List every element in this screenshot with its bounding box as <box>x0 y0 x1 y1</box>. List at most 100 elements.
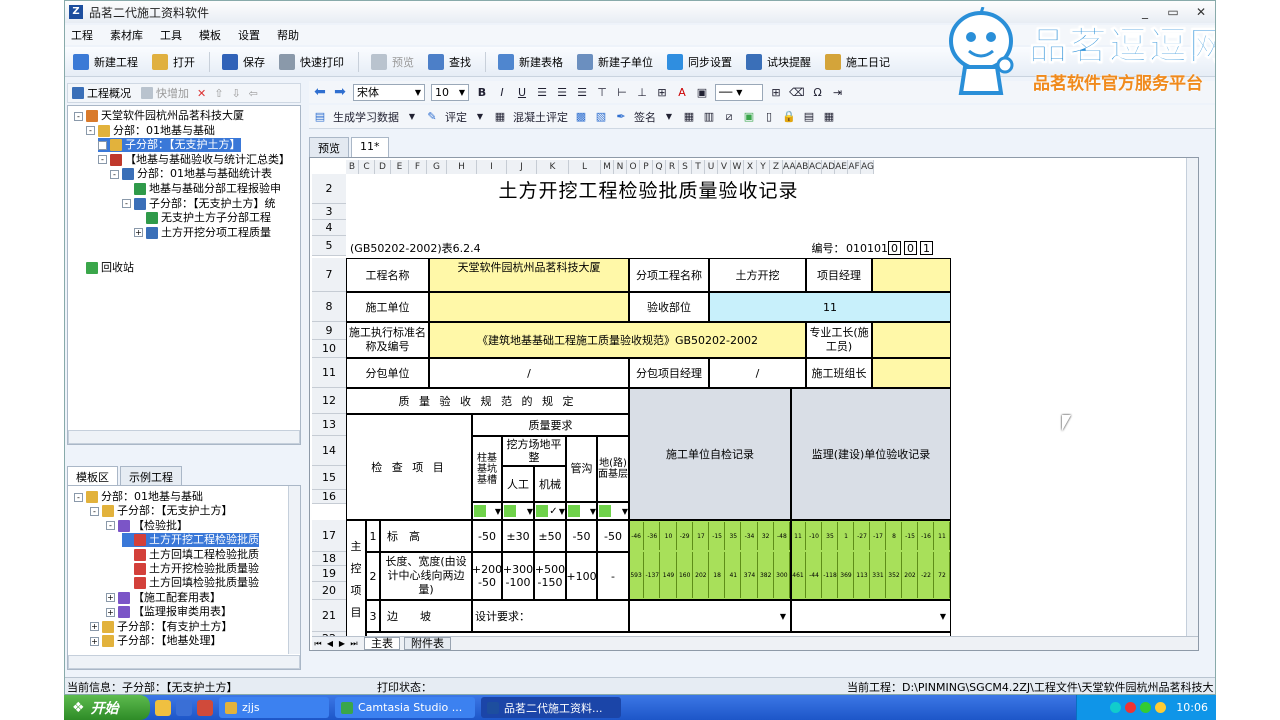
self-check-value-row17[interactable]: -15 <box>710 522 726 550</box>
toolbar-button-0[interactable]: 新建工程 <box>73 53 138 70</box>
column-header[interactable]: O <box>627 160 640 174</box>
taskbar-task-2[interactable]: 品茗二代施工资料... <box>481 697 621 718</box>
column-header[interactable]: AF <box>848 160 861 174</box>
constructor-cell[interactable] <box>429 292 629 322</box>
font-color-icon[interactable]: A <box>675 86 689 99</box>
italic-button[interactable]: I <box>495 86 509 99</box>
page-icon[interactable]: ▯ <box>762 110 776 123</box>
column-header[interactable]: T <box>692 160 705 174</box>
sub-pm-cell[interactable]: / <box>709 358 806 388</box>
toolbar-button-10[interactable]: 施工日记 <box>825 53 890 70</box>
criteria-dropdown[interactable]: ▼ <box>566 502 597 520</box>
row-header[interactable]: 16 <box>312 490 346 504</box>
column-header[interactable]: K <box>537 160 569 174</box>
concrete-evaluate-button[interactable]: 混凝土评定 <box>513 109 568 125</box>
expand-toggle-icon[interactable]: - <box>106 521 115 531</box>
tree-node[interactable]: - 【检验批】 <box>106 519 188 533</box>
row-header[interactable]: 18 <box>312 552 346 566</box>
self-check-value-row19[interactable]: 149 <box>661 552 677 598</box>
tab-template-area[interactable]: 模板区 <box>67 466 118 487</box>
first-sheet-icon[interactable]: ⏮ <box>312 639 324 649</box>
tree-node[interactable]: + 子分部：【有支护土方】 <box>90 620 233 634</box>
tab-sample-project[interactable]: 示例工程 <box>120 466 182 487</box>
supervision-value-row17[interactable]: -16 <box>919 522 934 550</box>
row-header[interactable]: 9 <box>312 322 346 340</box>
font-size-select[interactable]: 10 ▼ <box>431 83 469 101</box>
forward-arrow-icon[interactable]: ➡ <box>333 84 347 100</box>
item3-self-dropdown[interactable]: ▼ <box>629 600 791 632</box>
quicklaunch-qq-icon[interactable] <box>155 699 171 716</box>
row-header[interactable]: 4 <box>312 220 346 236</box>
move-up-icon[interactable]: ⇧ <box>214 87 223 100</box>
supervision-value-row19[interactable]: 331 <box>871 552 886 598</box>
table-icon[interactable]: ▦ <box>682 110 696 123</box>
sheet-vscrollbar[interactable] <box>1186 158 1198 636</box>
expand-toggle-icon[interactable]: - <box>74 111 83 121</box>
font-family-select[interactable]: 宋体 ▼ <box>353 83 425 101</box>
supervision-value-row17[interactable]: -27 <box>855 522 870 550</box>
eraser-icon[interactable]: ⌫ <box>789 86 805 99</box>
self-check-value-row17[interactable]: 17 <box>694 522 709 550</box>
tree-node[interactable]: + 土方开挖分项工程质量 <box>134 226 271 240</box>
row-header[interactable]: 8 <box>312 292 346 322</box>
row-header[interactable]: 5 <box>312 236 346 256</box>
row-header[interactable]: 20 <box>312 582 346 600</box>
maximize-button[interactable]: ▭ <box>1159 1 1187 23</box>
close-button[interactable]: ✕ <box>1187 1 1215 23</box>
supervision-value-row19[interactable]: 352 <box>887 552 902 598</box>
prev-sheet-icon[interactable]: ◀ <box>324 639 336 648</box>
tab-preview[interactable]: 预览 <box>309 137 349 158</box>
tree-node[interactable]: - 天堂软件园杭州品茗科技大厦 <box>74 109 244 123</box>
tree-node[interactable]: + 【监理报审类用表】 <box>106 605 232 619</box>
valign-bottom-icon[interactable]: ⊥ <box>635 86 649 99</box>
column-header[interactable]: Z <box>770 160 783 174</box>
self-check-value-row17[interactable]: -46 <box>629 522 645 550</box>
pen-icon[interactable]: ✒ <box>614 110 628 123</box>
row-header[interactable]: 10 <box>312 340 346 358</box>
expand-toggle-icon[interactable]: + <box>90 636 99 646</box>
self-check-value-row17[interactable]: -36 <box>645 522 661 550</box>
self-check-value-row17[interactable]: -34 <box>742 522 758 550</box>
taskbar-task-0[interactable]: zjjs <box>219 697 329 718</box>
toolbar-button-7[interactable]: 新建子单位 <box>577 53 653 70</box>
column-header[interactable]: I <box>477 160 507 174</box>
column-header[interactable]: AC <box>809 160 822 174</box>
row-header[interactable]: 2 <box>312 174 346 204</box>
volume-icon[interactable] <box>1155 702 1167 713</box>
design-req-cell[interactable]: 设计要求： <box>472 600 629 632</box>
tab-document-11[interactable]: 11* <box>351 137 389 158</box>
foreman-cell[interactable] <box>872 322 951 358</box>
expand-toggle-icon[interactable]: - <box>98 155 107 165</box>
diagonal-icon[interactable]: ⧄ <box>722 110 736 124</box>
supervision-value-row19[interactable]: 461 <box>791 552 806 598</box>
tree-node[interactable]: 土方回填检验批质量验 <box>122 576 259 590</box>
chevron-down-icon[interactable]: ▼ <box>473 112 487 121</box>
supervision-value-row19[interactable]: -118 <box>823 552 838 598</box>
column-header[interactable]: Y <box>757 160 770 174</box>
toolbar-button-5[interactable]: 查找 <box>428 53 471 70</box>
form-icon[interactable]: ▤ <box>802 110 816 123</box>
row-header[interactable]: 11 <box>312 358 346 388</box>
column-header[interactable]: V <box>718 160 731 174</box>
tree-hscrollbar[interactable] <box>68 430 300 444</box>
toolbar-button-9[interactable]: 试块提醒 <box>746 53 811 70</box>
criteria-dropdown[interactable]: ✓ ▼ <box>534 502 566 520</box>
self-check-value-row19[interactable]: 41 <box>726 552 742 598</box>
calc-icon[interactable]: ▩ <box>574 110 588 123</box>
item3-sup-dropdown[interactable]: ▼ <box>791 600 951 632</box>
move-down-icon[interactable]: ⇩ <box>231 87 240 100</box>
merge-icon[interactable]: ⊞ <box>655 86 669 99</box>
chevron-down-icon[interactable]: ▼ <box>662 112 676 121</box>
column-header[interactable]: AD <box>822 160 835 174</box>
row-header[interactable]: 21 <box>312 600 346 632</box>
tree-node[interactable]: + 子分部：【地基处理】 <box>90 634 222 648</box>
self-check-value-row19[interactable]: -137 <box>645 552 661 598</box>
tree-node[interactable]: - 分部：01地基与基础 <box>86 124 215 138</box>
column-header[interactable]: H <box>447 160 477 174</box>
tree-node[interactable]: + 【施工配套用表】 <box>106 591 221 605</box>
minimize-button[interactable]: _ <box>1131 1 1159 23</box>
align-center-icon[interactable]: ☰ <box>555 86 569 99</box>
fill-color-icon[interactable]: ▣ <box>695 86 709 99</box>
supervision-value-row19[interactable]: 72 <box>935 552 950 598</box>
valign-middle-icon[interactable]: ⊢ <box>615 86 629 99</box>
